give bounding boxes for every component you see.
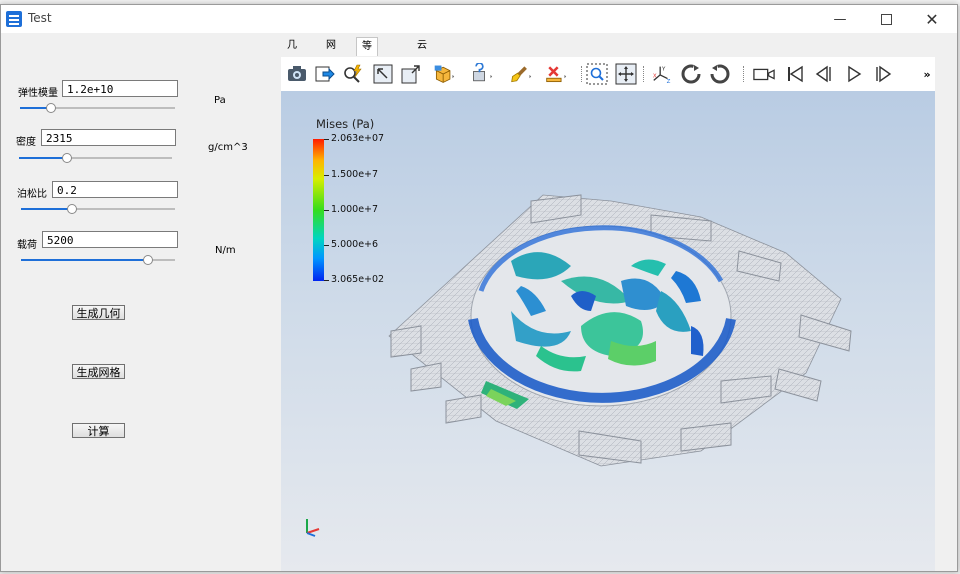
close-button[interactable]: ✕: [909, 5, 955, 33]
generate-geometry-button[interactable]: 生成几何: [72, 305, 125, 320]
reset-view-icon[interactable]: [400, 63, 422, 85]
export-icon[interactable]: [314, 63, 336, 85]
compute-button[interactable]: 计算: [72, 423, 125, 438]
generate-mesh-button[interactable]: 生成网格: [72, 364, 125, 379]
zoom-select-icon[interactable]: [586, 63, 608, 85]
slider-fill: [21, 208, 71, 210]
axes-icon[interactable]: YX Z: [651, 63, 673, 85]
slider-thumb[interactable]: [46, 103, 56, 113]
tab-geometry[interactable]: 几何: [282, 37, 302, 69]
clip-icon[interactable]: [471, 63, 493, 85]
render-viewport[interactable]: Mises (Pa) 2.063e+07 1.500e+7 1.000e+7 5…: [281, 91, 935, 571]
title-bar: Test — ✕: [1, 5, 957, 33]
param-label-modulus: 弹性模量: [18, 88, 58, 99]
poisson-slider[interactable]: [21, 204, 175, 214]
viewer-toolbar: YX Z »: [281, 57, 935, 91]
density-slider[interactable]: [19, 153, 172, 163]
density-input[interactable]: 2315: [41, 129, 176, 146]
svg-text:Y: Y: [661, 66, 666, 72]
minimize-icon: —: [833, 11, 847, 27]
delete-icon[interactable]: [545, 63, 567, 85]
zoom-box-icon[interactable]: [372, 63, 394, 85]
maximize-icon: [880, 13, 892, 25]
maximize-button[interactable]: [863, 5, 909, 33]
more-icon[interactable]: »: [916, 63, 938, 85]
unit-load: N/m: [215, 245, 236, 256]
camera-icon[interactable]: [286, 63, 308, 85]
svg-text:Z: Z: [667, 79, 671, 85]
modulus-slider[interactable]: [20, 103, 175, 113]
slider-thumb[interactable]: [67, 204, 77, 214]
poisson-input[interactable]: 0.2: [52, 181, 178, 198]
orientation-axes-icon: [306, 519, 320, 537]
play-icon[interactable]: [843, 63, 865, 85]
load-input[interactable]: 5200: [42, 231, 178, 248]
main-window: Test — ✕ 弹性模量 1.2e+10 Pa 密度 2315 g/cm^3 …: [0, 4, 958, 572]
cube-view-icon[interactable]: [433, 63, 455, 85]
brush-icon[interactable]: [510, 63, 532, 85]
slider-thumb[interactable]: [62, 153, 72, 163]
record-icon[interactable]: [753, 63, 775, 85]
model-render: [388, 194, 852, 467]
close-icon: ✕: [925, 9, 939, 29]
toolbar-separator: [743, 66, 745, 82]
toolbar-separator: [643, 66, 645, 82]
param-label-density: 密度: [16, 137, 36, 148]
next-frame-icon[interactable]: [872, 63, 894, 85]
rotate-right-icon[interactable]: [709, 63, 731, 85]
param-label-load: 载荷: [17, 240, 37, 251]
tab-contour[interactable]: 等值线1: [356, 37, 378, 106]
svg-text:X: X: [653, 74, 657, 80]
rotate-left-icon[interactable]: [680, 63, 702, 85]
prev-frame-icon[interactable]: [813, 63, 835, 85]
tab-cloud[interactable]: 云图1: [412, 37, 432, 87]
slider-fill: [21, 259, 147, 261]
window-title: Test: [28, 11, 52, 25]
slider-fill: [19, 157, 66, 159]
tab-mesh[interactable]: 网格: [321, 37, 341, 69]
minimize-button[interactable]: —: [817, 5, 863, 33]
unit-density: g/cm^3: [208, 142, 248, 153]
load-slider[interactable]: [21, 255, 175, 265]
slider-thumb[interactable]: [143, 255, 153, 265]
param-label-poisson: 泊松比: [17, 189, 47, 200]
app-icon: [6, 11, 22, 27]
query-icon[interactable]: [342, 63, 364, 85]
unit-modulus: Pa: [214, 95, 226, 106]
modulus-input[interactable]: 1.2e+10: [62, 80, 178, 97]
toolbar-separator: [581, 66, 583, 82]
first-frame-icon[interactable]: [784, 63, 806, 85]
fit-icon[interactable]: [615, 63, 637, 85]
